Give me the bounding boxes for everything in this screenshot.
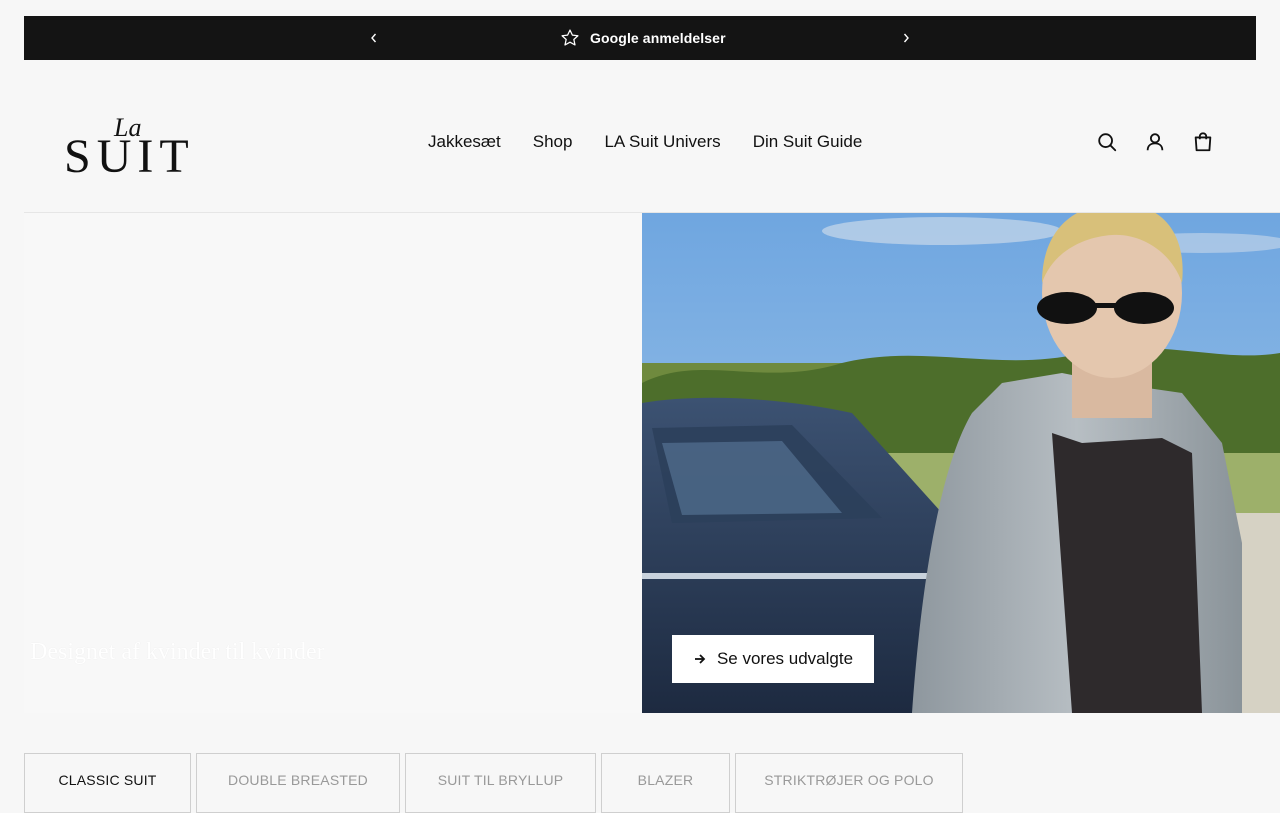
announcement-bar: Google anmeldelser xyxy=(24,16,1256,60)
arrow-right-icon xyxy=(694,654,706,664)
star-outline-icon xyxy=(561,29,579,46)
hero-section: Designet af kvinder til kvinder Se vores… xyxy=(24,213,1280,713)
announcement-message[interactable]: Google anmeldelser xyxy=(560,16,726,60)
cta-label: Se vores udvalgte xyxy=(716,649,854,668)
account-button[interactable] xyxy=(1144,131,1166,153)
hero-left-panel: Designet af kvinder til kvinder xyxy=(24,213,642,713)
header-actions xyxy=(1096,131,1214,153)
cart-icon xyxy=(1194,132,1212,152)
tab-classic-suit[interactable]: CLASSIC SUIT xyxy=(24,753,191,813)
hero-tagline: Designet af kvinder til kvinder xyxy=(30,639,325,665)
account-icon xyxy=(1146,133,1164,151)
brand-logo[interactable]: La SUIT xyxy=(64,106,194,183)
see-selection-button[interactable]: Se vores udvalgte xyxy=(672,635,874,683)
chevron-left-icon xyxy=(371,33,377,43)
search-button[interactable] xyxy=(1096,131,1118,153)
chevron-right-icon xyxy=(903,33,909,43)
tab-striktrojer-og-polo[interactable]: STRIKTRØJER OG POLO xyxy=(735,753,963,813)
nav-item-la-suit-univers[interactable]: LA Suit Univers xyxy=(604,132,720,152)
nav-item-din-suit-guide[interactable]: Din Suit Guide xyxy=(753,132,863,152)
nav-item-shop[interactable]: Shop xyxy=(533,132,573,152)
announcement-next-button[interactable] xyxy=(894,16,918,60)
main-nav: Jakkesæt Shop LA Suit Univers Din Suit G… xyxy=(428,132,862,152)
cart-button[interactable] xyxy=(1192,131,1214,153)
logo-main: SUIT xyxy=(64,130,194,176)
nav-item-jakkesaet[interactable]: Jakkesæt xyxy=(428,132,501,152)
announcement-text: Google anmeldelser xyxy=(590,30,726,46)
announcement-prev-button[interactable] xyxy=(362,16,386,60)
search-icon xyxy=(1098,133,1117,152)
tab-blazer[interactable]: BLAZER xyxy=(601,753,730,813)
site-header: La SUIT Jakkesæt Shop LA Suit Univers Di… xyxy=(24,60,1280,213)
category-tabs: CLASSIC SUIT DOUBLE BREASTED SUIT TIL BR… xyxy=(24,753,963,813)
tab-double-breasted[interactable]: DOUBLE BREASTED xyxy=(196,753,400,813)
tab-suit-til-bryllup[interactable]: SUIT TIL BRYLLUP xyxy=(405,753,596,813)
